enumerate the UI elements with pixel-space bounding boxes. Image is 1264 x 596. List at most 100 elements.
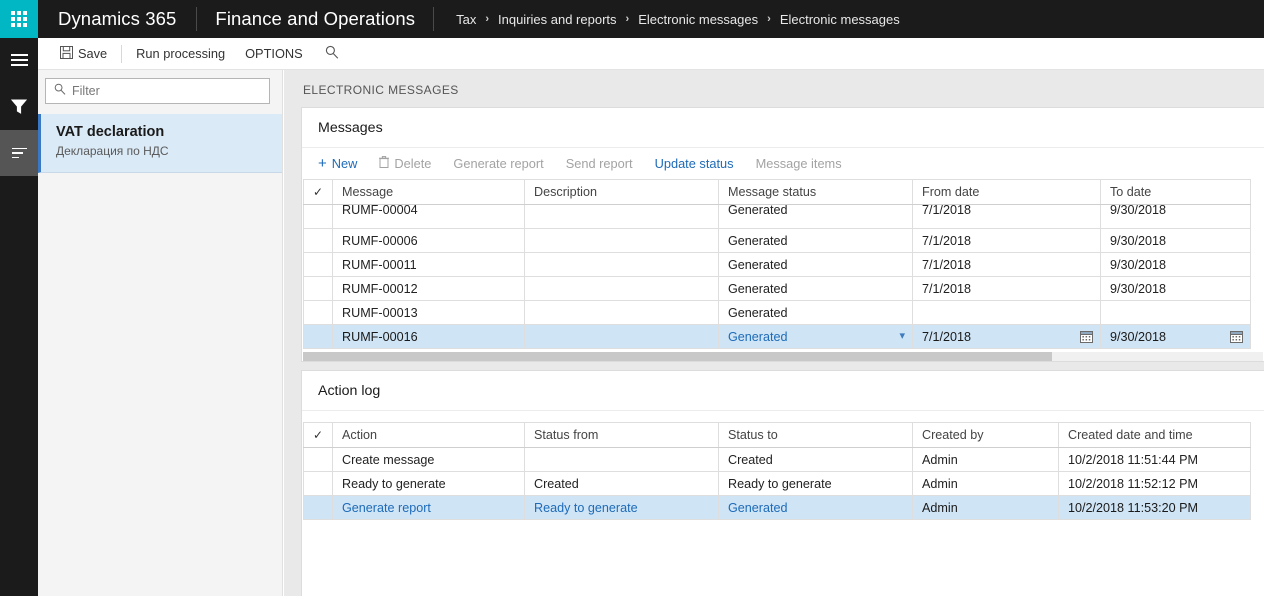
chevron-right-icon: › <box>767 13 771 25</box>
rail-filter-button[interactable] <box>0 82 38 130</box>
trash-icon <box>379 155 390 171</box>
row-checkbox[interactable] <box>303 204 333 229</box>
cell-from-date-editable[interactable]: 7/1/2018 <box>912 324 1101 349</box>
action-log-grid: ✓ Action Status from Status to Created b… <box>303 422 1251 520</box>
cell-created-by: Admin <box>912 495 1059 520</box>
save-button[interactable]: Save <box>50 38 117 70</box>
chevron-down-icon[interactable]: ▾ <box>899 331 905 342</box>
row-checkbox[interactable] <box>303 495 333 520</box>
run-processing-button[interactable]: Run processing <box>126 38 235 70</box>
search-button[interactable] <box>313 38 351 70</box>
cell-message-status-editable[interactable]: Generated ▾ <box>718 324 913 349</box>
scrollbar-thumb[interactable] <box>303 352 1052 361</box>
cell-to-date: 9/30/2018 <box>1100 276 1251 301</box>
column-header-to-date[interactable]: To date <box>1100 179 1251 205</box>
cell-description <box>524 276 719 301</box>
cell-message: RUMF-00013 <box>332 300 525 325</box>
cell-message-status: Generated <box>718 276 913 301</box>
row-checkbox[interactable] <box>303 252 333 277</box>
generate-report-button[interactable]: Generate report <box>453 156 556 171</box>
action-log-card: Action log ✓ Action Status from Status t… <box>301 370 1264 596</box>
messages-horizontal-scrollbar[interactable] <box>303 352 1263 361</box>
table-row-selected[interactable]: Generate report Ready to generate Genera… <box>303 495 1251 520</box>
table-row-selected[interactable]: RUMF-00016 Generated ▾ 7/1/2018 9/30/201… <box>303 324 1251 349</box>
table-row[interactable]: RUMF-00006 Generated 7/1/2018 9/30/2018 <box>303 228 1251 253</box>
cell-action: Ready to generate <box>332 471 525 496</box>
save-label: Save <box>78 46 108 61</box>
sidebar-item-subtitle: Декларация по НДС <box>56 144 169 158</box>
delete-button[interactable]: Delete <box>379 155 444 171</box>
cell-description <box>524 228 719 253</box>
column-header-status-to[interactable]: Status to <box>718 422 913 448</box>
cell-created-by: Admin <box>912 447 1059 472</box>
cell-message-status: Generated <box>718 204 913 229</box>
cell-description <box>524 252 719 277</box>
checkmark-icon: ✓ <box>312 185 324 199</box>
action-log-empty-space <box>302 520 1264 596</box>
column-header-description[interactable]: Description <box>524 179 719 205</box>
table-row[interactable]: Create message Created Admin 10/2/2018 1… <box>303 447 1251 472</box>
hamburger-icon <box>10 51 28 69</box>
cell-message-status: Generated <box>718 252 913 277</box>
row-checkbox[interactable] <box>303 324 333 349</box>
cell-status-from: Created <box>524 471 719 496</box>
column-header-message[interactable]: Message <box>332 179 525 205</box>
cell-from-date: 7/1/2018 <box>912 204 1101 229</box>
checkmark-icon: ✓ <box>312 428 324 442</box>
breadcrumb-item-electronic-messages-current[interactable]: Electronic messages <box>780 12 900 27</box>
table-row[interactable]: RUMF-00004 Generated 7/1/2018 9/30/2018 <box>303 204 1251 229</box>
cell-created-by: Admin <box>912 471 1059 496</box>
plus-icon: + <box>318 155 327 172</box>
select-all-header[interactable]: ✓ <box>303 422 333 448</box>
message-items-button[interactable]: Message items <box>756 156 855 171</box>
row-checkbox[interactable] <box>303 300 333 325</box>
table-row[interactable]: Ready to generate Created Ready to gener… <box>303 471 1251 496</box>
row-checkbox[interactable] <box>303 471 333 496</box>
cell-description <box>524 324 719 349</box>
app-launcher-button[interactable] <box>0 0 38 38</box>
cell-to-date-editable[interactable]: 9/30/2018 <box>1100 324 1251 349</box>
column-header-from-date[interactable]: From date <box>912 179 1101 205</box>
expand-navigation-button[interactable] <box>0 38 38 82</box>
table-row[interactable]: RUMF-00013 Generated <box>303 300 1251 325</box>
save-disk-icon <box>60 45 73 62</box>
filter-input[interactable]: Filter <box>45 78 270 104</box>
filter-placeholder-text: Filter <box>72 84 100 98</box>
calendar-icon[interactable] <box>1080 330 1093 343</box>
new-button[interactable]: + New <box>318 156 370 171</box>
action-log-section-title: Action log <box>302 371 1264 411</box>
breadcrumb-item-inquiries-and-reports[interactable]: Inquiries and reports <box>498 12 617 27</box>
rail-list-button[interactable] <box>0 130 38 176</box>
breadcrumb-item-tax[interactable]: Tax <box>456 12 476 27</box>
status-value: Generated <box>728 329 788 344</box>
update-status-button[interactable]: Update status <box>655 156 747 171</box>
top-navigation-bar: Dynamics 365 Finance and Operations Tax … <box>0 0 1264 38</box>
chevron-right-icon: › <box>625 13 630 25</box>
column-header-message-status[interactable]: Message status <box>718 179 913 205</box>
from-date-value: 7/1/2018 <box>922 329 972 344</box>
column-header-status-from[interactable]: Status from <box>524 422 719 448</box>
cell-to-date: 9/30/2018 <box>1100 228 1251 253</box>
brand-dynamics-365[interactable]: Dynamics 365 <box>38 0 196 38</box>
toolbar-divider <box>121 44 123 63</box>
breadcrumb-item-electronic-messages[interactable]: Electronic messages <box>638 12 758 27</box>
sidebar-item-vat-declaration[interactable]: VAT declaration Декларация по НДС <box>38 114 282 173</box>
row-checkbox[interactable] <box>303 276 333 301</box>
product-name[interactable]: Finance and Operations <box>197 0 433 38</box>
options-button[interactable]: OPTIONS <box>235 38 313 70</box>
select-all-header[interactable]: ✓ <box>303 179 333 205</box>
funnel-icon <box>11 99 27 114</box>
table-row[interactable]: RUMF-00011 Generated 7/1/2018 9/30/2018 <box>303 252 1251 277</box>
calendar-icon[interactable] <box>1230 330 1243 343</box>
column-header-created-date-and-time[interactable]: Created date and time <box>1058 422 1251 448</box>
send-report-button[interactable]: Send report <box>566 156 646 171</box>
row-checkbox[interactable] <box>303 447 333 472</box>
cell-status-to: Ready to generate <box>718 471 913 496</box>
column-header-created-by[interactable]: Created by <box>912 422 1059 448</box>
table-row[interactable]: RUMF-00012 Generated 7/1/2018 9/30/2018 <box>303 276 1251 301</box>
left-filter-panel: Filter VAT declaration Декларация по НДС <box>38 38 283 596</box>
column-header-action[interactable]: Action <box>332 422 525 448</box>
cell-description <box>524 204 719 229</box>
cell-to-date <box>1100 300 1251 325</box>
row-checkbox[interactable] <box>303 228 333 253</box>
